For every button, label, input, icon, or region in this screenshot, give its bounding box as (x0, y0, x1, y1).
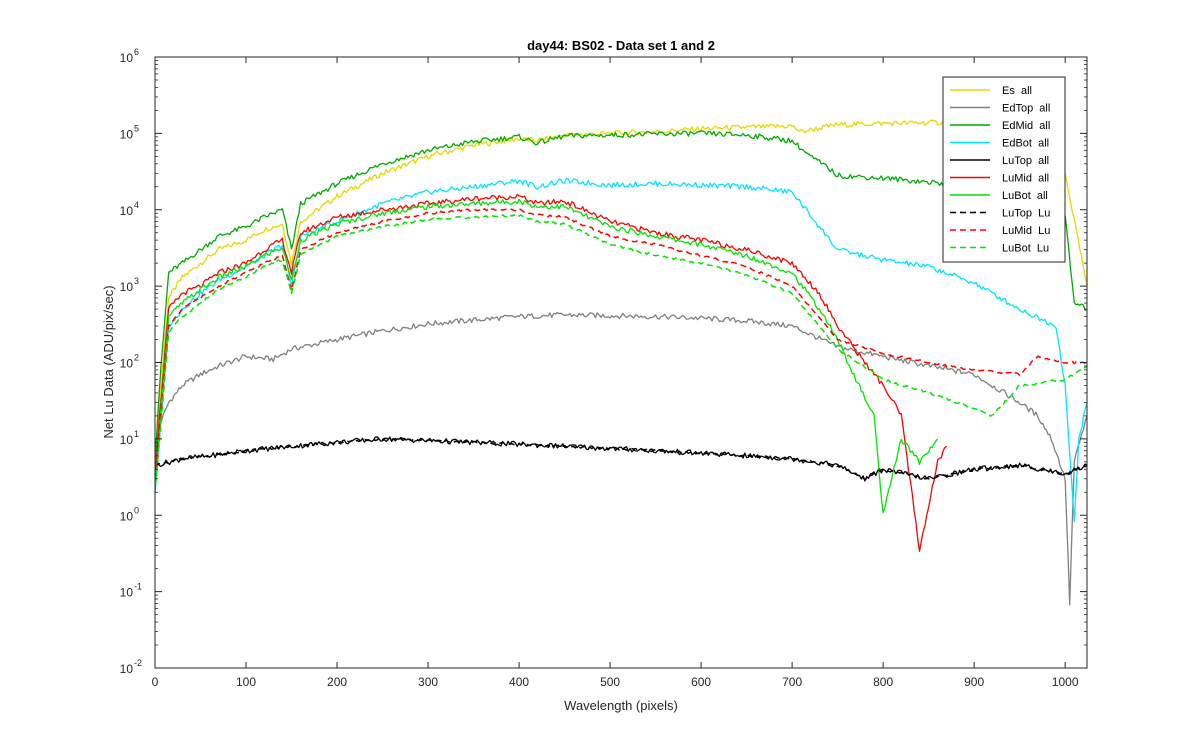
x-tick-label: 700 (782, 675, 802, 689)
x-tick-label: 800 (873, 675, 893, 689)
legend-label: EdMid all (1002, 120, 1050, 132)
chart-title: day44: BS02 - Data set 1 and 2 (527, 38, 715, 53)
x-tick-label: 0 (152, 675, 159, 689)
x-tick-label: 300 (418, 675, 438, 689)
legend-label: Es all (1002, 85, 1032, 97)
x-tick-label: 100 (236, 675, 256, 689)
x-axis-title: Wavelength (pixels) (564, 698, 678, 713)
y-tick-label-base: 10 (120, 662, 134, 676)
y-tick-label-exponent: 0 (134, 505, 139, 515)
legend-label: LuBot Lu (1002, 243, 1049, 255)
y-tick-label-base: 10 (120, 51, 134, 65)
legend-label: LuMid Lu (1002, 225, 1050, 237)
x-tick-label: 400 (509, 675, 529, 689)
y-axis-title: Net Lu Data (ADU/pix/sec) (101, 285, 116, 438)
y-tick-label-exponent: 1 (134, 429, 139, 439)
x-tick-label: 500 (600, 675, 620, 689)
x-tick-label: 200 (327, 675, 347, 689)
y-tick-label-base: 10 (120, 204, 134, 218)
y-tick-label-exponent: 3 (134, 276, 139, 286)
y-tick-label-base: 10 (120, 280, 134, 294)
chart: 0 100 200 300 400 500 600 700 800 900 1000 10 -210-… (0, 0, 1200, 750)
legend-label: LuTop all (1002, 155, 1049, 167)
y-tick-label-exponent: 4 (134, 200, 139, 210)
x-tick-label: 1000 (1052, 675, 1079, 689)
y-tick-label-exponent: 5 (134, 123, 139, 133)
y-tick-label-base: 10 (120, 433, 134, 447)
y-tick-label-exponent: -2 (134, 658, 142, 668)
y-tick-label-base: 10 (120, 127, 134, 141)
legend-label: LuBot all (1002, 190, 1048, 202)
y-tick-label-base: 10 (120, 509, 134, 523)
legend-label: EdBot all (1002, 138, 1049, 150)
y-tick-label-exponent: 2 (134, 353, 139, 363)
y-tick-label-base: 10 (120, 357, 134, 371)
y-tick-label-base: 10 (120, 586, 134, 600)
y-tick-label-exponent: -1 (134, 582, 142, 592)
legend-label: LuTop Lu (1002, 208, 1050, 220)
legend-label: EdTop all (1002, 103, 1050, 115)
legend: Es all EdTop all EdMid all EdBot all LuTop a… (942, 76, 1066, 263)
legend-label: LuMid all (1002, 173, 1049, 185)
y-tick-label-exponent: 6 (134, 47, 139, 57)
x-tick-label: 600 (691, 675, 711, 689)
x-tick-label: 900 (964, 675, 984, 689)
